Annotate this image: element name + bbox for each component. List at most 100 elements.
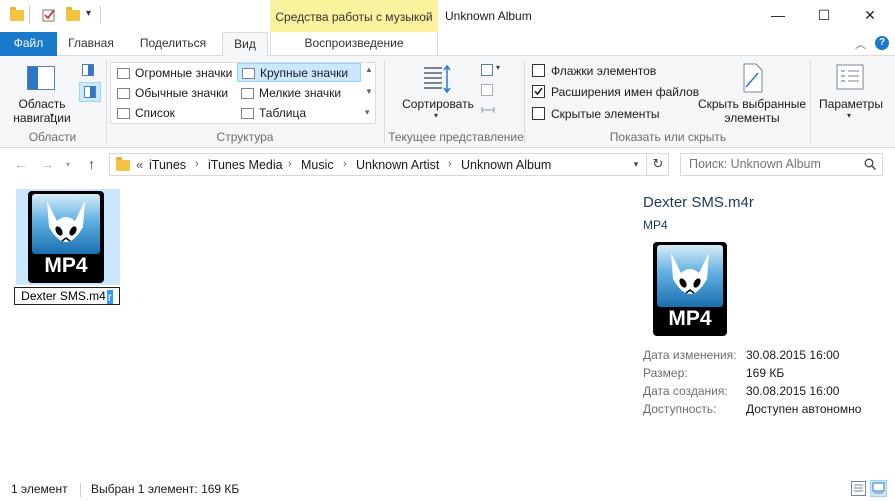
prop-size-key: Размер:	[643, 366, 688, 380]
qat-customize-icon[interactable]: ▾	[86, 8, 91, 19]
gallery-scroll-down-icon[interactable]: ▼	[365, 87, 373, 96]
sort-by-button[interactable]: Сортировать	[396, 97, 480, 111]
music-tools-context-label: Средства работы с музыкой	[270, 0, 438, 33]
back-arrow-icon[interactable]: ←	[14, 156, 28, 172]
rename-text: Dexter SMS.m4	[21, 289, 106, 303]
prop-modified-value[interactable]: 30.08.2015 16:00	[746, 348, 839, 362]
recent-locations-icon[interactable]: ▾	[66, 160, 70, 169]
properties-icon[interactable]	[42, 8, 56, 22]
address-history-icon[interactable]: ▾	[627, 153, 645, 176]
breadcrumb-separator[interactable]: ›	[448, 158, 452, 170]
prop-availability-key: Доступность:	[643, 402, 717, 416]
up-arrow-icon[interactable]: ↑	[88, 156, 95, 172]
group-separator	[810, 60, 811, 144]
file-item[interactable]: MP4	[16, 189, 120, 285]
chevron-down-icon: ▾	[50, 111, 55, 120]
navigation-pane-button[interactable]: Область навигации	[6, 97, 78, 125]
breadcrumb-unknown-artist[interactable]: Unknown Artist	[356, 158, 439, 172]
ribbon-tabs: Файл Главная Поделиться Вид Воспроизведе…	[0, 32, 895, 57]
options-button[interactable]: Параметры	[814, 97, 888, 111]
layout-item-label: Список	[135, 106, 175, 120]
breadcrumb-itunes-media[interactable]: iTunes Media	[208, 158, 283, 172]
search-box[interactable]	[680, 153, 883, 176]
help-icon[interactable]: ?	[875, 36, 889, 50]
item-checkboxes-label: Флажки элементов	[551, 64, 657, 78]
layout-list[interactable]: Список	[113, 104, 233, 123]
search-icon[interactable]	[864, 158, 876, 170]
ribbon-collapse-icon[interactable]: ︿	[855, 36, 866, 52]
layout-small-icons[interactable]: Мелкие значки	[237, 84, 361, 103]
gallery-expand-icon[interactable]: ▾	[365, 107, 370, 118]
ribbon: Область навигации ▾ Области Огромные зна…	[0, 56, 895, 148]
breadcrumb-separator[interactable]: ›	[195, 158, 199, 170]
breadcrumb-separator[interactable]: ›	[343, 158, 347, 170]
chevron-down-icon: ▾	[847, 111, 852, 120]
add-columns-icon[interactable]	[481, 84, 493, 96]
file-extensions-checkbox[interactable]	[532, 85, 545, 98]
details-view-icon[interactable]	[850, 480, 867, 497]
sort-by-icon	[422, 64, 452, 96]
details-pane-button[interactable]	[79, 82, 101, 102]
navigation-pane-icon[interactable]	[27, 66, 55, 90]
layout-details[interactable]: Таблица	[237, 104, 361, 123]
window-title: Unknown Album	[445, 9, 532, 23]
minimize-button[interactable]: —	[755, 0, 801, 32]
tab-home[interactable]: Главная	[62, 32, 120, 56]
extra-large-icons-icon	[117, 68, 130, 79]
qat-divider	[100, 6, 101, 24]
layout-gallery: Огромные значки Крупные значки Обычные з…	[110, 62, 376, 124]
details-file-type: MP4	[643, 218, 668, 232]
medium-icons-icon	[117, 88, 130, 99]
selection-info: Выбран 1 элемент: 169 КБ	[91, 482, 240, 496]
tab-playback[interactable]: Воспроизведение	[270, 32, 438, 56]
layout-medium-icons[interactable]: Обычные значки	[113, 84, 233, 103]
status-bar: 1 элемент Выбран 1 элемент: 169 КБ	[0, 478, 895, 501]
status-divider	[80, 483, 81, 497]
layout-item-label: Обычные значки	[135, 86, 229, 100]
hidden-items-checkbox[interactable]	[532, 107, 545, 120]
file-extensions-label: Расширения имен файлов	[551, 85, 700, 99]
group-label-current-view: Текущее представление	[388, 130, 524, 144]
layout-item-label: Огромные значки	[135, 66, 233, 80]
alien-logo-icon	[47, 201, 85, 242]
breadcrumb-unknown-album[interactable]: Unknown Album	[461, 158, 551, 172]
breadcrumb-itunes[interactable]: iTunes	[149, 158, 186, 172]
alien-logo-icon	[671, 253, 709, 294]
tab-file[interactable]: Файл	[0, 32, 57, 56]
item-checkboxes-checkbox[interactable]	[532, 64, 545, 77]
gallery-scroll-up-icon[interactable]: ▲	[365, 65, 373, 74]
overflow-chevron-icon[interactable]: «	[136, 157, 143, 172]
group-label-layout: Структура	[216, 130, 274, 144]
layout-item-label: Мелкие значки	[259, 86, 342, 100]
breadcrumb-separator[interactable]: ›	[288, 158, 292, 170]
rename-input[interactable]: Dexter SMS.m4 r	[14, 287, 120, 305]
layout-extra-large-icons[interactable]: Огромные значки	[113, 64, 233, 83]
close-button[interactable]: ✕	[847, 0, 893, 32]
group-by-icon[interactable]	[481, 64, 493, 76]
chevron-down-icon: ▾	[496, 63, 501, 72]
hide-selected-button[interactable]: Скрыть выбранные элементы	[696, 97, 808, 125]
search-input[interactable]	[689, 157, 859, 171]
details-icon-label: MP4	[668, 307, 712, 330]
breadcrumb-music[interactable]: Music	[301, 158, 334, 172]
preview-pane-icon[interactable]	[82, 64, 94, 76]
hide-selected-icon	[740, 63, 764, 93]
size-columns-icon[interactable]	[481, 104, 495, 116]
list-icon	[117, 108, 130, 119]
refresh-icon[interactable]: ↻	[646, 153, 669, 176]
address-bar[interactable]: « iTunes › iTunes Media › Music › Unknow…	[109, 153, 669, 176]
prop-created-value[interactable]: 30.08.2015 16:00	[746, 384, 839, 398]
group-separator	[106, 60, 107, 144]
group-label-panes: Области	[28, 130, 77, 144]
tab-share[interactable]: Поделиться	[132, 32, 214, 56]
large-icons-view-icon[interactable]	[870, 480, 887, 497]
prop-created-key: Дата создания:	[643, 384, 728, 398]
maximize-button[interactable]: ☐	[801, 0, 847, 32]
details-mp4-icon: MP4	[653, 242, 727, 336]
layout-item-label: Таблица	[259, 106, 307, 120]
large-icons-icon	[242, 68, 255, 79]
prop-modified-key: Дата изменения:	[643, 348, 737, 362]
forward-arrow-icon[interactable]: →	[40, 156, 54, 172]
layout-large-icons[interactable]: Крупные значки	[237, 63, 361, 82]
tab-view[interactable]: Вид	[222, 32, 268, 57]
